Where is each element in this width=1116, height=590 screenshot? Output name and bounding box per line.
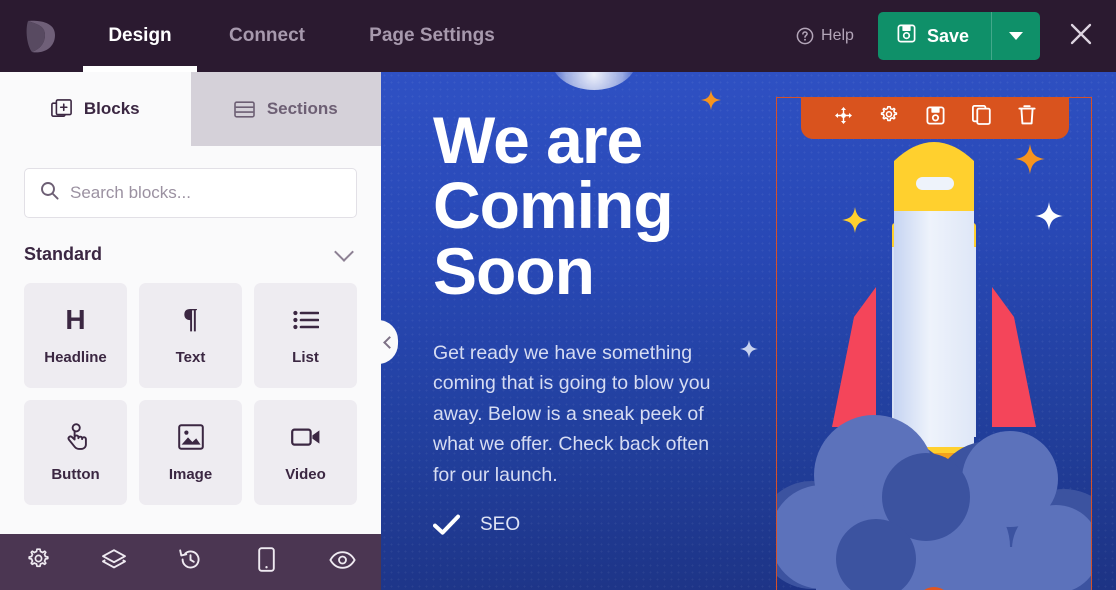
sidebar-tab-blocks[interactable]: Blocks [0, 72, 191, 146]
blocks-grid: H Headline ¶ Text List Button Image Vide… [24, 283, 357, 505]
layers-icon [101, 548, 127, 577]
block-card-video[interactable]: Video [254, 400, 357, 505]
bottom-toolbar-revision-history-button[interactable] [152, 547, 228, 577]
eye-preview-icon [329, 550, 357, 574]
gear-settings-icon [879, 105, 899, 130]
floppy-disk-icon [897, 24, 916, 48]
feature-item-seo[interactable]: SEO [433, 514, 743, 536]
block-label-text: Text [175, 349, 206, 366]
bottom-toolbar-settings-button[interactable] [0, 547, 76, 577]
nav-tab-page-settings[interactable]: Page Settings [337, 0, 527, 72]
heading-h-icon: H [65, 305, 85, 335]
chevron-down-icon [334, 241, 354, 262]
help-label: Help [821, 27, 854, 44]
star-orange-icon [701, 90, 721, 110]
search-blocks-input[interactable] [70, 183, 341, 203]
sidebar-bottom-toolbar [0, 534, 381, 590]
heading-h-glyph: H [65, 304, 86, 335]
chevron-left-icon [383, 335, 396, 349]
block-toolbar [801, 96, 1069, 139]
block-save-button[interactable] [922, 105, 948, 131]
top-header-bar: Design Connect Page Settings Help Save [0, 0, 1116, 72]
hero-content: We are Coming Soon Get ready we have som… [433, 103, 743, 536]
search-blocks-container [24, 168, 357, 218]
block-label-video: Video [285, 466, 326, 483]
question-circle-icon [796, 27, 814, 45]
block-settings-button[interactable] [876, 105, 902, 131]
trash-delete-icon [1018, 105, 1036, 130]
nav-tab-connect[interactable]: Connect [197, 0, 337, 72]
block-card-headline[interactable]: H Headline [24, 283, 127, 388]
block-label-list: List [292, 349, 319, 366]
page-canvas[interactable]: We are Coming Soon Get ready we have som… [381, 72, 1116, 590]
hero-headline[interactable]: We are Coming Soon [433, 103, 743, 308]
block-label-headline: Headline [44, 349, 107, 366]
move-drag-icon [834, 106, 853, 130]
hero-headline-line-1: We are [433, 103, 643, 177]
save-dropdown-button[interactable] [992, 12, 1040, 60]
standard-group-header[interactable]: Standard [24, 241, 357, 265]
image-picture-icon [177, 422, 204, 452]
selected-block-frame[interactable] [776, 96, 1092, 590]
bulleted-list-icon [292, 305, 319, 335]
save-button[interactable]: Save [878, 12, 991, 60]
nav-tab-design-label: Design [108, 25, 172, 46]
close-builder-button[interactable] [1066, 21, 1096, 51]
blocks-add-icon [50, 98, 72, 120]
nav-tab-design[interactable]: Design [83, 0, 197, 72]
sidebar-tab-blocks-label: Blocks [83, 99, 140, 118]
block-card-list[interactable]: List [254, 283, 357, 388]
check-icon [433, 514, 460, 536]
gear-settings-icon [26, 547, 51, 577]
save-label: Save [926, 25, 969, 46]
sidebar-tab-sections-label: Sections [266, 99, 338, 118]
hero-subtitle[interactable]: Get ready we have something coming that … [433, 338, 725, 490]
sidebar-body: Standard H Headline ¶ Text [0, 146, 381, 556]
help-button[interactable]: Help [796, 27, 854, 45]
duplicate-copy-icon [971, 104, 991, 130]
hero-headline-line-3: Soon [433, 233, 595, 308]
standard-group-title: Standard [24, 244, 103, 264]
pilcrow-glyph: ¶ [182, 304, 199, 335]
block-delete-button[interactable] [1014, 105, 1040, 131]
block-label-image: Image [168, 466, 213, 483]
feature-label-seo: SEO [480, 514, 521, 536]
save-button-group: Save [877, 12, 1040, 60]
block-duplicate-button[interactable] [968, 104, 994, 131]
top-glow-decoration [551, 72, 637, 90]
block-card-button[interactable]: Button [24, 400, 127, 505]
button-click-hand-icon [63, 422, 89, 452]
seedprod-leaf-logo-icon [23, 16, 61, 56]
app-logo[interactable] [0, 0, 83, 72]
sections-icon [234, 100, 255, 118]
revision-history-icon [178, 547, 203, 577]
collapse-sidebar-handle[interactable] [381, 320, 398, 364]
header-actions: Help Save [796, 0, 1116, 72]
video-camera-icon [290, 422, 321, 452]
nav-tab-connect-label: Connect [229, 25, 305, 46]
mobile-device-icon [258, 547, 275, 577]
bottom-toolbar-preview-button[interactable] [305, 550, 381, 574]
bottom-toolbar-layers-button[interactable] [76, 548, 152, 577]
block-card-image[interactable]: Image [139, 400, 242, 505]
block-card-text[interactable]: ¶ Text [139, 283, 242, 388]
left-sidebar: Blocks Sections Search blocks... Standar… [0, 72, 381, 590]
seedprod-page-builder: Design Connect Page Settings Help Save B… [0, 0, 1116, 590]
sidebar-tab-sections[interactable]: Sections [190, 72, 381, 146]
caret-down-icon [1009, 32, 1023, 40]
close-icon [1068, 21, 1094, 52]
nav-tab-page-settings-label: Page Settings [369, 25, 495, 46]
hero-headline-line-2: Coming [433, 168, 674, 243]
paragraph-pilcrow-icon: ¶ [183, 305, 198, 335]
sidebar-tabs: Blocks Sections [0, 72, 381, 146]
search-icon [40, 181, 59, 205]
block-label-button: Button [51, 466, 100, 483]
block-move-button[interactable] [830, 105, 856, 131]
bottom-toolbar-mobile-preview-button[interactable] [229, 547, 305, 577]
save-floppy-icon [925, 105, 945, 130]
